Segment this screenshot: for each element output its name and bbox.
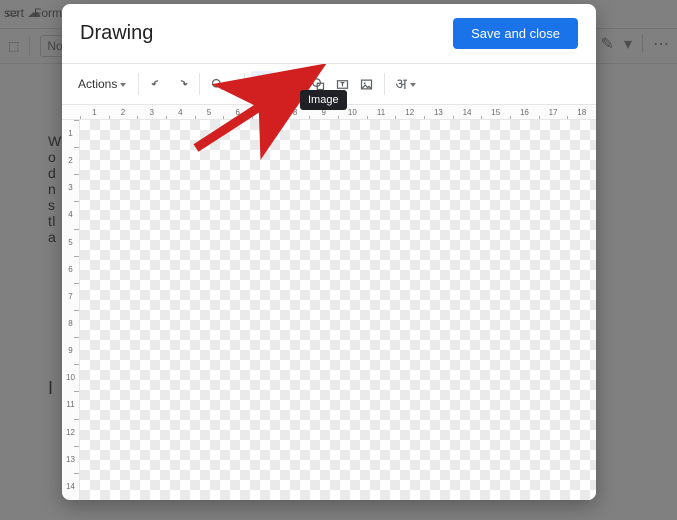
actions-menu[interactable]: Actions xyxy=(72,71,132,97)
modal-title: Drawing xyxy=(80,22,153,45)
redo-button[interactable] xyxy=(169,71,193,97)
undo-button[interactable] xyxy=(145,71,169,97)
devanagari-glyph-icon: अ xyxy=(395,74,406,94)
vertical-ruler: 1234567891011121314 xyxy=(62,120,80,500)
drawing-canvas[interactable] xyxy=(80,120,596,500)
drawing-modal: Drawing Save and close Actions xyxy=(62,4,596,500)
select-tool[interactable] xyxy=(251,71,275,97)
zoom-button[interactable] xyxy=(206,71,238,97)
text-style-menu[interactable]: अ xyxy=(391,71,419,97)
save-and-close-button[interactable]: Save and close xyxy=(453,18,578,49)
image-tool[interactable] xyxy=(354,71,378,97)
image-tooltip: Image xyxy=(300,90,347,110)
